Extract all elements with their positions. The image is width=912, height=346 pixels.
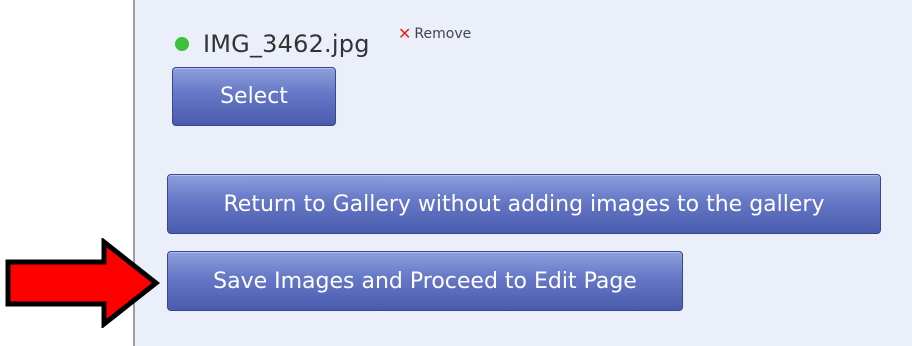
return-button-label: Return to Gallery without adding images … (223, 191, 825, 217)
file-name: IMG_3462.jpg (203, 30, 370, 58)
remove-file-link[interactable]: ✕ Remove (398, 24, 472, 43)
screenshot-stage: IMG_3462.jpg ✕ Remove Select Return to G… (0, 0, 912, 346)
save-button-label: Save Images and Proceed to Edit Page (213, 268, 637, 294)
select-button[interactable]: Select (172, 67, 336, 126)
remove-label: Remove (414, 26, 472, 42)
uploaded-file-row: IMG_3462.jpg (175, 26, 370, 62)
select-button-label: Select (220, 84, 288, 109)
return-to-gallery-button[interactable]: Return to Gallery without adding images … (167, 174, 881, 234)
upload-success-dot-icon (175, 37, 189, 51)
red-arrow-right-icon (5, 238, 161, 328)
save-and-edit-button[interactable]: Save Images and Proceed to Edit Page (167, 251, 683, 311)
remove-x-icon: ✕ (398, 24, 412, 43)
